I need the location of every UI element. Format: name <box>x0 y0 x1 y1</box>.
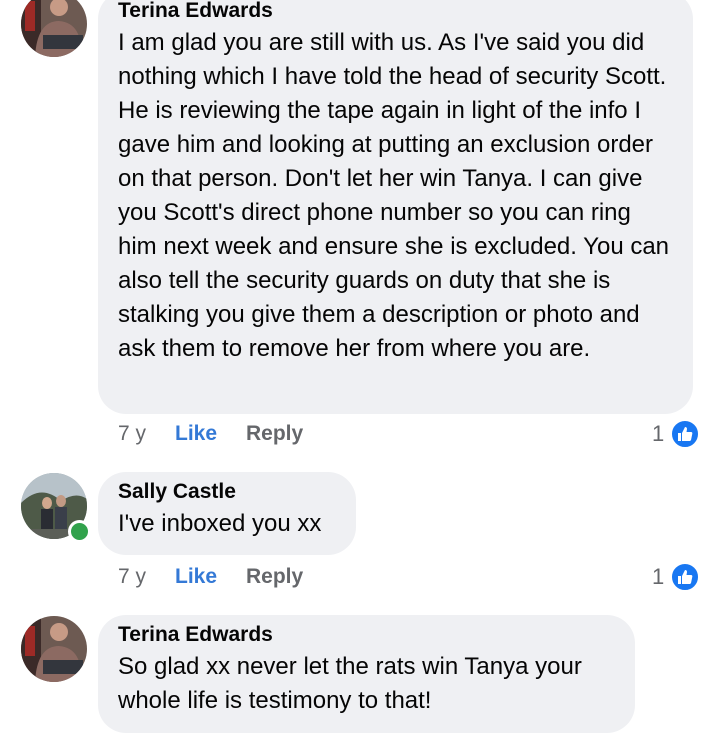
comment-text: I've inboxed you xx <box>118 510 322 537</box>
thumbs-up-icon <box>670 562 700 592</box>
reaction-summary[interactable]: 1 <box>652 562 712 592</box>
reaction-count: 1 <box>652 421 665 446</box>
like-button[interactable]: Like <box>175 419 217 449</box>
comment-timestamp[interactable]: 7 y <box>118 562 146 592</box>
reaction-count: 1 <box>652 564 665 589</box>
comment-bubble: Sally Castle I've inboxed you xx <box>98 472 356 555</box>
reply-button[interactable]: Reply <box>246 562 303 592</box>
comment-author[interactable]: Terina Edwards <box>118 0 673 24</box>
comment-timestamp[interactable]: 7 y <box>118 419 146 449</box>
comment-bubble: Terina Edwards I am glad you are still w… <box>98 0 693 414</box>
online-status-dot <box>68 520 91 543</box>
comment-bubble: Terina Edwards So glad xx never let the … <box>98 615 635 733</box>
reply-button[interactable]: Reply <box>246 419 303 449</box>
avatar[interactable] <box>21 0 87 57</box>
reaction-summary[interactable]: 1 <box>652 419 712 449</box>
avatar[interactable] <box>21 473 91 543</box>
comment-text: So glad xx never let the rats win Tanya … <box>118 653 582 714</box>
comment-text: I am glad you are still with us. As I've… <box>118 29 670 362</box>
comment-author[interactable]: Terina Edwards <box>118 622 615 648</box>
avatar[interactable] <box>21 616 87 682</box>
thumbs-up-icon <box>670 419 700 449</box>
comment-author[interactable]: Sally Castle <box>118 479 336 505</box>
like-button[interactable]: Like <box>175 562 217 592</box>
